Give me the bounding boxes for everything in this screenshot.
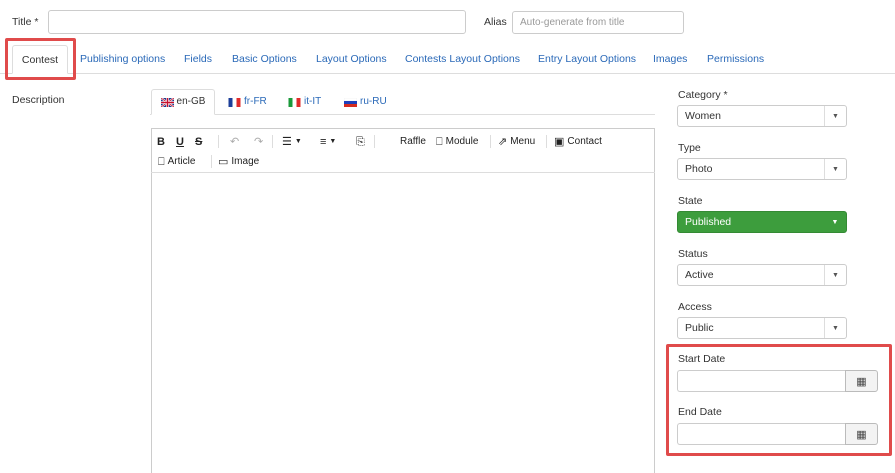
language-tabs-divider — [150, 114, 655, 115]
uk-flag-icon — [160, 97, 174, 107]
module-icon: ⎕ — [436, 136, 443, 148]
editor-toolbar-divider — [151, 172, 655, 173]
state-label: State — [678, 195, 703, 207]
module-button[interactable]: ⎕ Module — [436, 134, 478, 150]
lang-tab-ru-ru[interactable]: ru-RU — [344, 90, 387, 114]
lang-tab-fr-fr[interactable]: fr-FR — [228, 90, 267, 114]
tabs-divider — [0, 73, 895, 74]
chevron-down-icon: ▼ — [824, 106, 846, 126]
contact-card-icon: ▣ — [554, 136, 565, 148]
description-editor[interactable] — [151, 128, 655, 473]
toolbar-separator — [490, 135, 491, 148]
tab-permissions[interactable]: Permissions — [707, 45, 764, 73]
highlight-contest-tab — [5, 38, 76, 80]
tab-entry-layout-options[interactable]: Entry Layout Options — [538, 45, 636, 73]
article-icon: ⎕ — [158, 156, 165, 168]
lang-tab-en-gb[interactable]: en-GB — [151, 89, 215, 115]
lang-tab-it-it[interactable]: it-IT — [288, 90, 321, 114]
underline-button[interactable]: U — [176, 134, 184, 150]
category-select[interactable]: Women ▼ — [677, 105, 847, 127]
france-flag-icon — [228, 97, 241, 107]
article-button[interactable]: ⎕ Article — [158, 154, 195, 170]
share-icon: ⇗ — [498, 136, 508, 148]
toolbar-separator — [546, 135, 547, 148]
paste-icon[interactable]: ⎘ — [356, 134, 365, 150]
toolbar-separator — [272, 135, 273, 148]
toolbar-separator — [218, 135, 219, 148]
title-input[interactable] — [48, 10, 466, 34]
title-label: Title * — [12, 16, 39, 28]
tab-images[interactable]: Images — [653, 45, 687, 73]
bullet-list-icon[interactable]: ☰ ▼ — [282, 134, 302, 150]
image-icon: ▭ — [218, 156, 229, 168]
description-label: Description — [12, 94, 65, 106]
chevron-down-icon: ▼ — [824, 265, 846, 285]
redo-icon[interactable]: ↷ — [254, 134, 263, 150]
status-label: Status — [678, 248, 708, 260]
chevron-down-icon: ▼ — [824, 318, 846, 338]
tab-layout-options[interactable]: Layout Options — [316, 45, 387, 73]
type-select[interactable]: Photo ▼ — [677, 158, 847, 180]
state-select[interactable]: Published ▼ — [677, 211, 847, 233]
alias-label: Alias — [484, 16, 507, 28]
raffle-button[interactable]: Raffle — [400, 134, 426, 150]
tab-contests-layout-options[interactable]: Contests Layout Options — [405, 45, 520, 73]
highlight-date-fields — [666, 344, 892, 456]
alias-input[interactable] — [512, 11, 684, 34]
undo-icon[interactable]: ↶ — [230, 134, 239, 150]
russia-flag-icon — [344, 97, 357, 107]
italy-flag-icon — [288, 97, 301, 107]
chevron-down-icon: ▼ — [824, 159, 846, 179]
menu-button[interactable]: ⇗ Menu — [498, 134, 535, 150]
category-label: Category * — [678, 89, 728, 101]
chevron-down-icon: ▼ — [831, 218, 839, 226]
tab-basic-options[interactable]: Basic Options — [232, 45, 297, 73]
access-label: Access — [678, 301, 712, 313]
access-select[interactable]: Public ▼ — [677, 317, 847, 339]
image-button[interactable]: ▭ Image — [218, 154, 259, 170]
bold-button[interactable]: B — [157, 134, 165, 150]
type-label: Type — [678, 142, 701, 154]
tab-fields[interactable]: Fields — [184, 45, 212, 73]
tab-publishing-options[interactable]: Publishing options — [80, 45, 165, 73]
status-select[interactable]: Active ▼ — [677, 264, 847, 286]
numbered-list-icon[interactable]: ≡ ▼ — [320, 134, 336, 150]
toolbar-separator — [374, 135, 375, 148]
strikethrough-button[interactable]: S — [195, 134, 202, 150]
contact-button[interactable]: ▣ Contact — [554, 134, 602, 150]
toolbar-separator — [211, 155, 212, 168]
